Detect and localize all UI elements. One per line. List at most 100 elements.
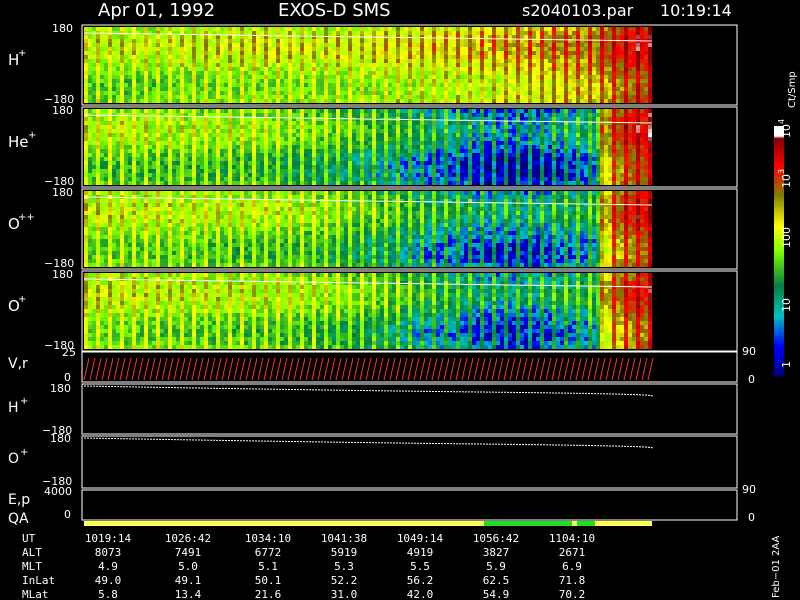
- heat-cell: [528, 59, 532, 63]
- heat-cell: [312, 141, 316, 145]
- heat-cell: [520, 177, 524, 181]
- heat-cell: [144, 181, 148, 185]
- heat-cell: [476, 113, 480, 117]
- heat-cell: [504, 95, 508, 99]
- heat-cell: [528, 125, 532, 129]
- heat-cell: [184, 75, 188, 79]
- heat-cell: [128, 71, 132, 75]
- heat-cell: [564, 117, 568, 121]
- heat-cell: [364, 95, 368, 99]
- heat-cell: [84, 157, 88, 161]
- heat-cell: [184, 149, 188, 153]
- heat-cell: [536, 71, 540, 75]
- heat-cell: [228, 83, 232, 87]
- heat-cell: [460, 145, 464, 149]
- heat-cell: [388, 149, 392, 153]
- heat-cell: [360, 75, 364, 79]
- heat-cell: [212, 59, 216, 63]
- heat-cell: [240, 51, 244, 55]
- heat-cell: [148, 141, 152, 145]
- heat-cell: [196, 117, 200, 121]
- heat-cell: [276, 91, 280, 95]
- heat-cell: [364, 181, 368, 185]
- heat-cell: [484, 75, 488, 79]
- heat-cell: [516, 71, 520, 75]
- heat-cell: [580, 91, 584, 95]
- heat-cell: [240, 177, 244, 181]
- heat-cell: [432, 79, 436, 83]
- heat-cell: [160, 129, 164, 133]
- heat-cell: [316, 79, 320, 83]
- heat-cell: [332, 177, 336, 181]
- heat-cell: [144, 133, 148, 137]
- heat-cell: [460, 169, 464, 173]
- heat-cell: [536, 141, 540, 145]
- heat-cell: [548, 67, 552, 71]
- heat-cell: [160, 71, 164, 75]
- heat-cell: [168, 125, 172, 129]
- heat-cell: [508, 79, 512, 83]
- heat-cell: [368, 181, 372, 185]
- heat-cell: [348, 113, 352, 117]
- heat-cell: [124, 63, 128, 67]
- heat-cell: [464, 67, 468, 71]
- heat-cell: [396, 47, 400, 51]
- heat-cell: [608, 27, 612, 31]
- heat-cell: [564, 63, 568, 67]
- heat-cell: [624, 47, 628, 51]
- heat-cell: [344, 121, 348, 125]
- heat-cell: [560, 31, 564, 35]
- heat-cell: [280, 91, 284, 95]
- heat-cell: [148, 87, 152, 91]
- heat-cell: [520, 47, 524, 51]
- heat-cell: [216, 169, 220, 173]
- heat-cell: [504, 109, 508, 113]
- heat-cell: [416, 141, 420, 145]
- heat-cell: [268, 75, 272, 79]
- heat-cell: [460, 91, 464, 95]
- heat-cell: [452, 141, 456, 145]
- heat-cell: [320, 55, 324, 59]
- heat-cell: [152, 157, 156, 161]
- heat-cell: [128, 181, 132, 185]
- heat-cell: [608, 63, 612, 67]
- heat-cell: [128, 55, 132, 59]
- heat-cell: [580, 43, 584, 47]
- heat-cell: [460, 149, 464, 153]
- heat-cell: [188, 169, 192, 173]
- heat-cell: [368, 55, 372, 59]
- heat-cell: [524, 51, 528, 55]
- heat-cell: [156, 177, 160, 181]
- heat-cell: [180, 39, 184, 43]
- heat-cell: [552, 79, 556, 83]
- heat-cell: [276, 113, 280, 117]
- h-plus-panel: H+180−180: [8, 22, 738, 106]
- heat-cell: [180, 71, 184, 75]
- heat-cell: [344, 95, 348, 99]
- heat-cell: [488, 59, 492, 63]
- heat-cell: [528, 153, 532, 157]
- heat-cell: [228, 75, 232, 79]
- heat-cell: [376, 43, 380, 47]
- heat-cell: [444, 161, 448, 165]
- heat-cell: [452, 113, 456, 117]
- heat-cell: [540, 99, 544, 103]
- heat-cell: [612, 39, 616, 43]
- heat-cell: [488, 27, 492, 31]
- heat-cell: [196, 141, 200, 145]
- heat-cell: [140, 87, 144, 91]
- heat-cell: [504, 133, 508, 137]
- heat-cell: [628, 43, 632, 47]
- heat-cell: [344, 75, 348, 79]
- heat-cell: [484, 177, 488, 181]
- heat-cell: [360, 31, 364, 35]
- heat-cell: [316, 181, 320, 185]
- heat-cell: [380, 99, 384, 103]
- heat-cell: [268, 55, 272, 59]
- heat-cell: [612, 99, 616, 103]
- heat-cell: [104, 63, 108, 67]
- heat-cell: [224, 161, 228, 165]
- heat-cell: [448, 47, 452, 51]
- heat-cell: [420, 55, 424, 59]
- heat-cell: [116, 177, 120, 181]
